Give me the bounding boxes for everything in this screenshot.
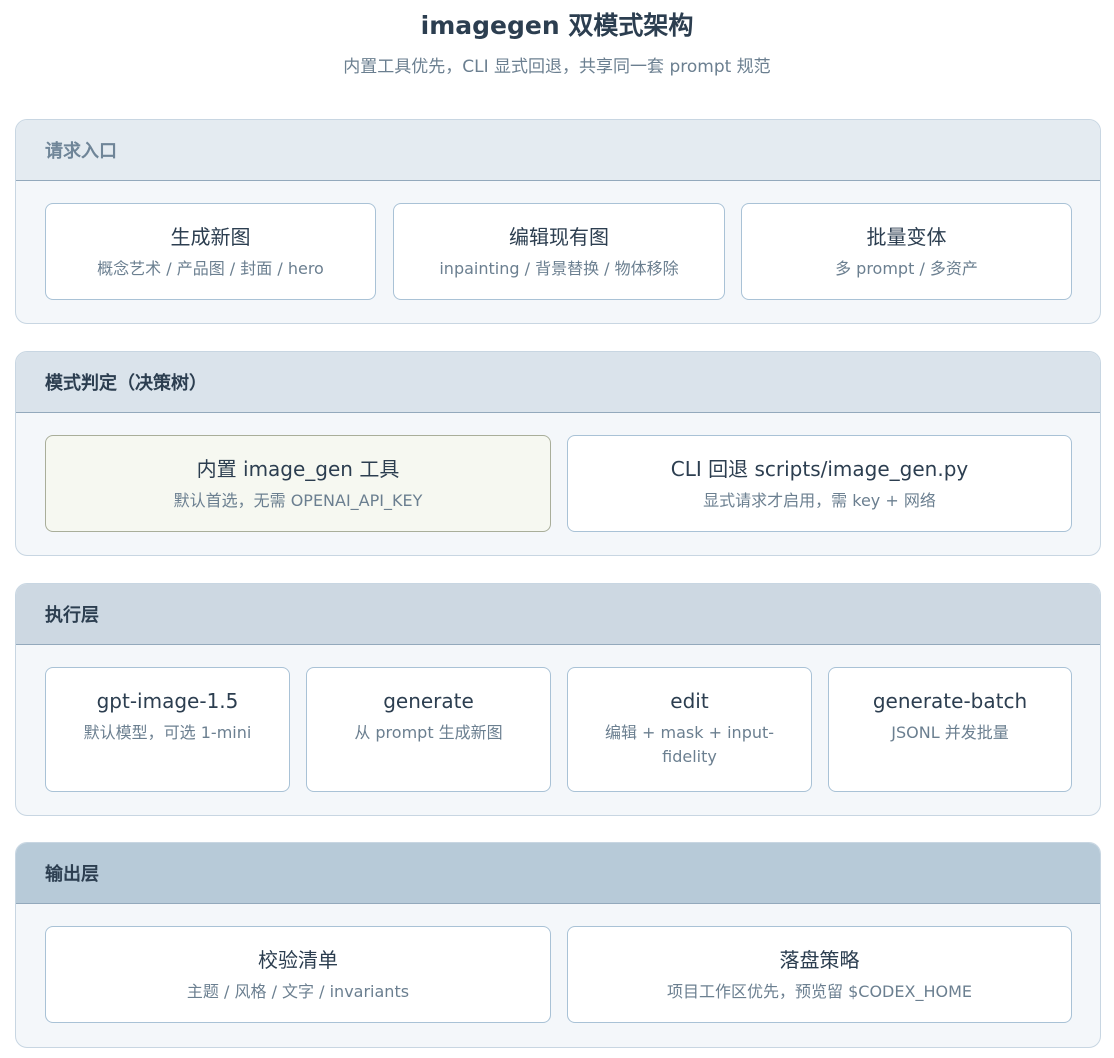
card-builtin-tool: 内置 image_gen 工具 默认首选，无需 OPENAI_API_KEY (45, 435, 551, 532)
diagram-title: imagegen 双模式架构 (420, 11, 694, 40)
card-title: 校验清单 (258, 948, 338, 972)
card-edit: edit 编辑 + mask + input-fidelity (567, 667, 812, 792)
layer-header: 模式判定（决策树） (16, 352, 1100, 413)
layer-execution: 执行层 gpt-image-1.5 默认模型，可选 1-mini generat… (15, 583, 1101, 816)
layer-label: 执行层 (45, 605, 99, 626)
card-model: gpt-image-1.5 默认模型，可选 1-mini (45, 667, 290, 792)
card-title: 批量变体 (866, 225, 947, 249)
diagram-subtitle: 内置工具优先，CLI 显式回退，共享同一套 prompt 规范 (343, 57, 771, 77)
card-cli-fallback: CLI 回退 scripts/image_gen.py 显式请求才启用，需 ke… (567, 435, 1072, 532)
card-generate-new: 生成新图 概念艺术 / 产品图 / 封面 / hero (45, 203, 376, 300)
card-title: 编辑现有图 (509, 225, 609, 249)
card-generate-batch: generate-batch JSONL 并发批量 (828, 667, 1072, 792)
card-desc: inpainting / 背景替换 / 物体移除 (439, 259, 679, 278)
layer-header: 执行层 (16, 584, 1100, 645)
card-desc: 主题 / 风格 / 文字 / invariants (186, 982, 410, 1001)
card-desc: 项目工作区优先，预览留 $CODEX_HOME (667, 982, 972, 1001)
layer-label: 请求入口 (45, 141, 117, 162)
layer-output: 输出层 校验清单 主题 / 风格 / 文字 / invariants 落盘策略 … (15, 842, 1101, 1048)
card-desc: 显式请求才启用，需 key + 网络 (703, 491, 936, 510)
card-title: generate-batch (872, 689, 1028, 713)
card-title: 生成新图 (170, 225, 251, 249)
layer-label: 模式判定（决策树） (45, 373, 207, 394)
card-title: 内置 image_gen 工具 (196, 457, 400, 481)
card-generate: generate 从 prompt 生成新图 (306, 667, 551, 792)
card-title: edit (670, 689, 709, 713)
card-desc: 默认模型，可选 1-mini (83, 723, 252, 742)
card-save-strategy: 落盘策略 项目工作区优先，预览留 $CODEX_HOME (567, 926, 1072, 1023)
card-checklist: 校验清单 主题 / 风格 / 文字 / invariants (45, 926, 551, 1023)
card-title: gpt-image-1.5 (96, 689, 239, 713)
layer-label: 输出层 (45, 864, 99, 885)
card-title: CLI 回退 scripts/image_gen.py (670, 457, 969, 481)
card-edit-existing: 编辑现有图 inpainting / 背景替换 / 物体移除 (393, 203, 725, 300)
card-desc: 多 prompt / 多资产 (835, 259, 978, 278)
card-desc: 默认首选，无需 OPENAI_API_KEY (173, 491, 423, 510)
card-desc: JSONL 并发批量 (891, 723, 1009, 742)
layer-header: 输出层 (16, 843, 1100, 904)
card-title: 落盘策略 (779, 948, 860, 972)
card-desc: 编辑 + mask + input-fidelity (604, 723, 775, 766)
layer-header: 请求入口 (16, 120, 1100, 181)
layer-request-entry: 请求入口 生成新图 概念艺术 / 产品图 / 封面 / hero 编辑现有图 i… (15, 119, 1101, 324)
card-batch-variants: 批量变体 多 prompt / 多资产 (741, 203, 1072, 300)
card-title: generate (383, 689, 474, 713)
card-desc: 概念艺术 / 产品图 / 封面 / hero (97, 259, 324, 278)
card-desc: 从 prompt 生成新图 (354, 723, 503, 742)
layer-mode-decision: 模式判定（决策树） 内置 image_gen 工具 默认首选，无需 OPENAI… (15, 351, 1101, 556)
